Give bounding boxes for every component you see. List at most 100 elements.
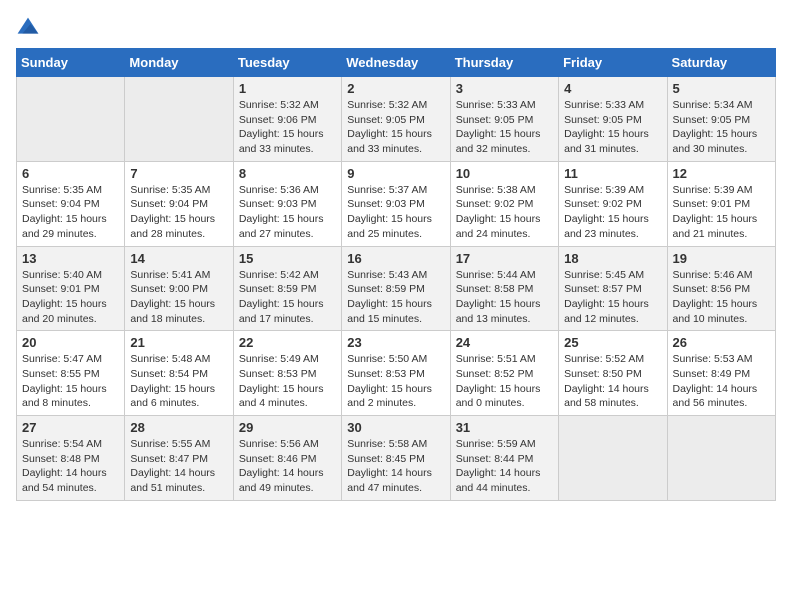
day-number: 7	[130, 166, 227, 181]
weekday-header: Friday	[559, 49, 667, 77]
logo-icon	[16, 16, 40, 40]
calendar-day-cell: 20 Sunrise: 5:47 AMSunset: 8:55 PMDayligh…	[17, 331, 125, 416]
calendar-day-cell: 27 Sunrise: 5:54 AMSunset: 8:48 PMDayligh…	[17, 416, 125, 501]
day-number: 29	[239, 420, 336, 435]
day-info: Sunrise: 5:37 AMSunset: 9:03 PMDaylight:…	[347, 183, 444, 242]
calendar-day-cell: 13 Sunrise: 5:40 AMSunset: 9:01 PMDayligh…	[17, 246, 125, 331]
calendar: SundayMondayTuesdayWednesdayThursdayFrid…	[16, 48, 776, 501]
day-number: 25	[564, 335, 661, 350]
day-info: Sunrise: 5:42 AMSunset: 8:59 PMDaylight:…	[239, 268, 336, 327]
calendar-day-cell	[125, 77, 233, 162]
day-number: 21	[130, 335, 227, 350]
calendar-day-cell: 12 Sunrise: 5:39 AMSunset: 9:01 PMDayligh…	[667, 161, 775, 246]
calendar-day-cell: 9 Sunrise: 5:37 AMSunset: 9:03 PMDaylight…	[342, 161, 450, 246]
calendar-day-cell: 30 Sunrise: 5:58 AMSunset: 8:45 PMDayligh…	[342, 416, 450, 501]
calendar-day-cell: 5 Sunrise: 5:34 AMSunset: 9:05 PMDaylight…	[667, 77, 775, 162]
calendar-day-cell: 11 Sunrise: 5:39 AMSunset: 9:02 PMDayligh…	[559, 161, 667, 246]
day-info: Sunrise: 5:39 AMSunset: 9:01 PMDaylight:…	[673, 183, 770, 242]
day-number: 1	[239, 81, 336, 96]
calendar-day-cell: 25 Sunrise: 5:52 AMSunset: 8:50 PMDayligh…	[559, 331, 667, 416]
day-number: 9	[347, 166, 444, 181]
day-info: Sunrise: 5:47 AMSunset: 8:55 PMDaylight:…	[22, 352, 119, 411]
calendar-week-row: 27 Sunrise: 5:54 AMSunset: 8:48 PMDayligh…	[17, 416, 776, 501]
calendar-day-cell: 6Sunrise: 5:35 AMSunset: 9:04 PMDaylight…	[17, 161, 125, 246]
weekday-header: Wednesday	[342, 49, 450, 77]
day-info: Sunrise: 5:33 AMSunset: 9:05 PMDaylight:…	[564, 98, 661, 157]
calendar-day-cell: 18 Sunrise: 5:45 AMSunset: 8:57 PMDayligh…	[559, 246, 667, 331]
day-number: 8	[239, 166, 336, 181]
day-number: 11	[564, 166, 661, 181]
day-info: Sunrise: 5:55 AMSunset: 8:47 PMDaylight:…	[130, 437, 227, 496]
calendar-day-cell: 10Sunrise: 5:38 AMSunset: 9:02 PMDayligh…	[450, 161, 558, 246]
day-info: Sunrise: 5:41 AMSunset: 9:00 PMDaylight:…	[130, 268, 227, 327]
day-number: 19	[673, 251, 770, 266]
day-info: Sunrise: 5:43 AMSunset: 8:59 PMDaylight:…	[347, 268, 444, 327]
day-info: Sunrise: 5:52 AMSunset: 8:50 PMDaylight:…	[564, 352, 661, 411]
calendar-day-cell: 28 Sunrise: 5:55 AMSunset: 8:47 PMDayligh…	[125, 416, 233, 501]
day-info: Sunrise: 5:54 AMSunset: 8:48 PMDaylight:…	[22, 437, 119, 496]
day-number: 20	[22, 335, 119, 350]
day-number: 27	[22, 420, 119, 435]
day-number: 10	[456, 166, 553, 181]
day-number: 24	[456, 335, 553, 350]
calendar-day-cell	[17, 77, 125, 162]
day-info: Sunrise: 5:36 AMSunset: 9:03 PMDaylight:…	[239, 183, 336, 242]
calendar-day-cell: 21 Sunrise: 5:48 AMSunset: 8:54 PMDayligh…	[125, 331, 233, 416]
day-number: 23	[347, 335, 444, 350]
calendar-week-row: 13 Sunrise: 5:40 AMSunset: 9:01 PMDayligh…	[17, 246, 776, 331]
day-info: Sunrise: 5:44 AMSunset: 8:58 PMDaylight:…	[456, 268, 553, 327]
day-number: 28	[130, 420, 227, 435]
calendar-day-cell: 24 Sunrise: 5:51 AMSunset: 8:52 PMDayligh…	[450, 331, 558, 416]
calendar-week-row: 1 Sunrise: 5:32 AMSunset: 9:06 PMDaylight…	[17, 77, 776, 162]
calendar-day-cell: 26 Sunrise: 5:53 AMSunset: 8:49 PMDayligh…	[667, 331, 775, 416]
header	[16, 16, 776, 40]
calendar-header-row: SundayMondayTuesdayWednesdayThursdayFrid…	[17, 49, 776, 77]
day-number: 13	[22, 251, 119, 266]
day-info: Sunrise: 5:49 AMSunset: 8:53 PMDaylight:…	[239, 352, 336, 411]
calendar-day-cell: 3Sunrise: 5:33 AMSunset: 9:05 PMDaylight…	[450, 77, 558, 162]
day-info: Sunrise: 5:51 AMSunset: 8:52 PMDaylight:…	[456, 352, 553, 411]
day-number: 31	[456, 420, 553, 435]
day-info: Sunrise: 5:39 AMSunset: 9:02 PMDaylight:…	[564, 183, 661, 242]
day-number: 15	[239, 251, 336, 266]
weekday-header: Sunday	[17, 49, 125, 77]
weekday-header: Thursday	[450, 49, 558, 77]
calendar-day-cell: 7Sunrise: 5:35 AMSunset: 9:04 PMDaylight…	[125, 161, 233, 246]
calendar-day-cell: 16Sunrise: 5:43 AMSunset: 8:59 PMDayligh…	[342, 246, 450, 331]
day-info: Sunrise: 5:53 AMSunset: 8:49 PMDaylight:…	[673, 352, 770, 411]
day-info: Sunrise: 5:40 AMSunset: 9:01 PMDaylight:…	[22, 268, 119, 327]
calendar-day-cell: 31Sunrise: 5:59 AMSunset: 8:44 PMDayligh…	[450, 416, 558, 501]
day-info: Sunrise: 5:46 AMSunset: 8:56 PMDaylight:…	[673, 268, 770, 327]
day-info: Sunrise: 5:48 AMSunset: 8:54 PMDaylight:…	[130, 352, 227, 411]
calendar-day-cell: 1 Sunrise: 5:32 AMSunset: 9:06 PMDaylight…	[233, 77, 341, 162]
day-number: 30	[347, 420, 444, 435]
calendar-day-cell: 14 Sunrise: 5:41 AMSunset: 9:00 PMDayligh…	[125, 246, 233, 331]
weekday-header: Tuesday	[233, 49, 341, 77]
day-number: 26	[673, 335, 770, 350]
calendar-day-cell	[559, 416, 667, 501]
calendar-day-cell: 4 Sunrise: 5:33 AMSunset: 9:05 PMDaylight…	[559, 77, 667, 162]
calendar-week-row: 20 Sunrise: 5:47 AMSunset: 8:55 PMDayligh…	[17, 331, 776, 416]
calendar-day-cell: 23 Sunrise: 5:50 AMSunset: 8:53 PMDayligh…	[342, 331, 450, 416]
day-number: 14	[130, 251, 227, 266]
day-number: 12	[673, 166, 770, 181]
calendar-day-cell: 2Sunrise: 5:32 AMSunset: 9:05 PMDaylight…	[342, 77, 450, 162]
day-number: 4	[564, 81, 661, 96]
day-number: 22	[239, 335, 336, 350]
weekday-header: Monday	[125, 49, 233, 77]
calendar-day-cell: 8 Sunrise: 5:36 AMSunset: 9:03 PMDaylight…	[233, 161, 341, 246]
day-info: Sunrise: 5:32 AMSunset: 9:06 PMDaylight:…	[239, 98, 336, 157]
calendar-day-cell	[667, 416, 775, 501]
day-info: Sunrise: 5:58 AMSunset: 8:45 PMDaylight:…	[347, 437, 444, 496]
day-number: 5	[673, 81, 770, 96]
calendar-day-cell: 15 Sunrise: 5:42 AMSunset: 8:59 PMDayligh…	[233, 246, 341, 331]
day-info: Sunrise: 5:34 AMSunset: 9:05 PMDaylight:…	[673, 98, 770, 157]
day-number: 2	[347, 81, 444, 96]
calendar-week-row: 6Sunrise: 5:35 AMSunset: 9:04 PMDaylight…	[17, 161, 776, 246]
logo	[16, 16, 44, 40]
day-number: 18	[564, 251, 661, 266]
day-info: Sunrise: 5:50 AMSunset: 8:53 PMDaylight:…	[347, 352, 444, 411]
day-info: Sunrise: 5:45 AMSunset: 8:57 PMDaylight:…	[564, 268, 661, 327]
day-number: 17	[456, 251, 553, 266]
calendar-day-cell: 17 Sunrise: 5:44 AMSunset: 8:58 PMDayligh…	[450, 246, 558, 331]
